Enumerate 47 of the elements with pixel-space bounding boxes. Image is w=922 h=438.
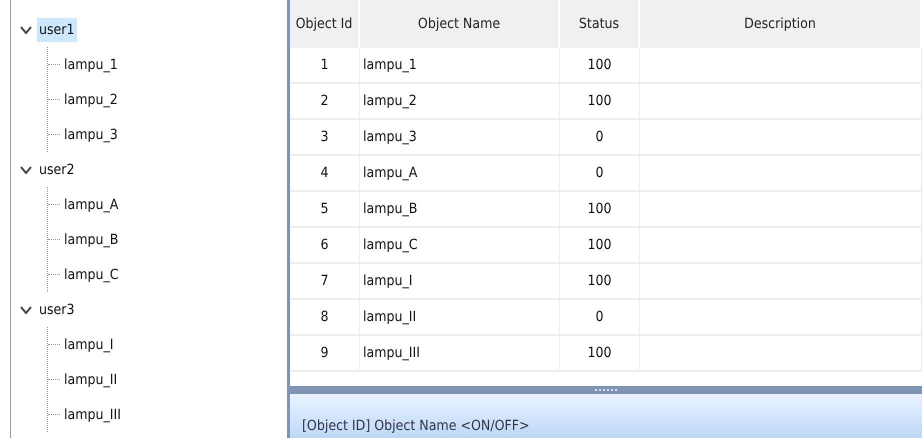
table-cell: lampu_C: [360, 228, 560, 264]
column-header[interactable]: Status: [560, 0, 640, 48]
table-cell: 4: [290, 156, 360, 192]
tree-item[interactable]: user3: [37, 298, 76, 322]
table-cell: 100: [560, 228, 640, 264]
table-cell: lampu_A: [360, 156, 560, 192]
tree-item[interactable]: lampu_C: [62, 262, 121, 286]
table-cell: 100: [560, 336, 640, 372]
tree-item[interactable]: lampu_III: [62, 402, 123, 426]
table-cell: 100: [560, 192, 640, 228]
table-cell: 100: [560, 48, 640, 84]
chevron-down-icon[interactable]: [20, 306, 32, 314]
table-cell: 0: [560, 300, 640, 336]
column-header[interactable]: Description: [640, 0, 922, 48]
table-cell: lampu_II: [360, 300, 560, 336]
column-header[interactable]: Object Name: [360, 0, 560, 48]
table-cell: 3: [290, 120, 360, 156]
table-cell: lampu_3: [360, 120, 560, 156]
chevron-down-icon[interactable]: [20, 166, 32, 174]
table-cell: 5: [290, 192, 360, 228]
table-cell: 0: [560, 120, 640, 156]
format-hint: [Object ID] Object Name <ON/OFF>: [302, 418, 530, 434]
table-cell: lampu_2: [360, 84, 560, 120]
table-cell: lampu_III: [360, 336, 560, 372]
table-cell: 1: [290, 48, 360, 84]
tree-item[interactable]: user2: [37, 158, 76, 182]
tree-item[interactable]: user1: [37, 18, 76, 42]
column-header[interactable]: Object Id: [290, 0, 360, 48]
table-cell: 7: [290, 264, 360, 300]
tree-item[interactable]: lampu_I: [62, 332, 116, 356]
tree-item[interactable]: lampu_2: [62, 88, 120, 112]
tree-item[interactable]: lampu_A: [62, 192, 120, 216]
table-cell: 2: [290, 84, 360, 120]
table-cell: lampu_1: [360, 48, 560, 84]
table-cell: 9: [290, 336, 360, 372]
table-cell: 6: [290, 228, 360, 264]
table-cell: lampu_B: [360, 192, 560, 228]
tree-item[interactable]: lampu_B: [62, 228, 120, 252]
table-cell: lampu_I: [360, 264, 560, 300]
tree-item[interactable]: lampu_II: [62, 368, 120, 392]
table-cell: 8: [290, 300, 360, 336]
table-cell: 100: [560, 264, 640, 300]
table-cell: 100: [560, 84, 640, 120]
table-cell: 0: [560, 156, 640, 192]
tree-item[interactable]: lampu_1: [62, 52, 120, 76]
tree-item[interactable]: lampu_3: [62, 122, 120, 146]
chevron-down-icon[interactable]: [20, 26, 32, 34]
